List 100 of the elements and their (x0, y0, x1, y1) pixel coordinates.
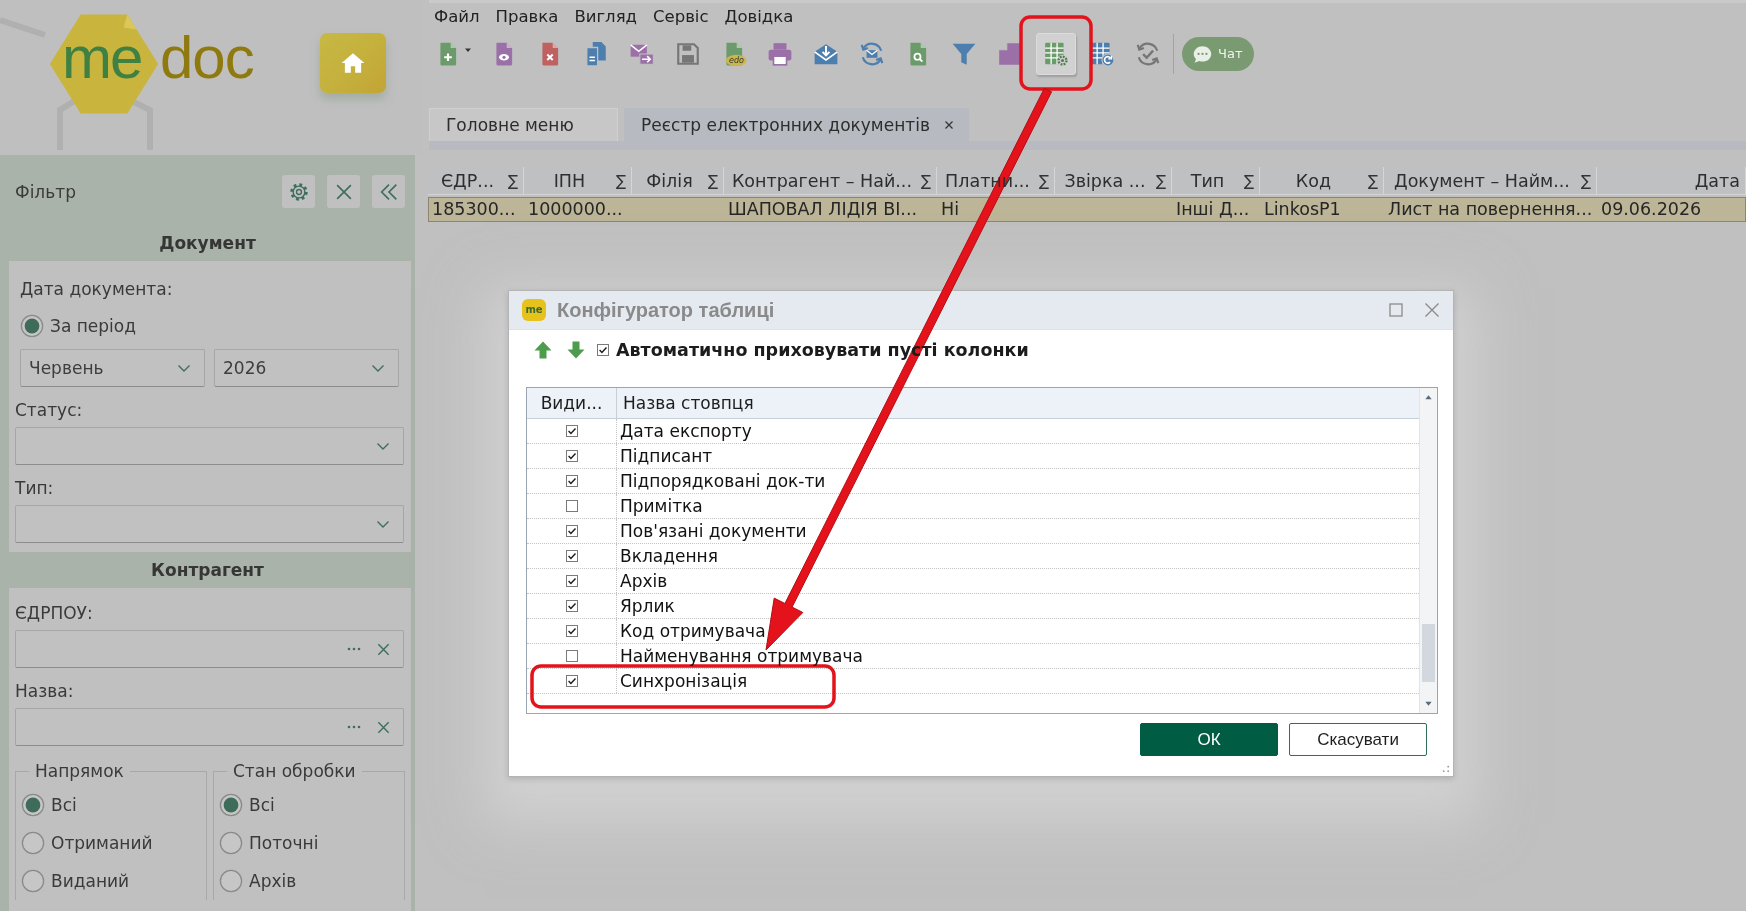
input-field[interactable] (15, 630, 404, 668)
section-title: Контрагент (150, 559, 265, 582)
checkbox[interactable] (565, 550, 578, 562)
radio-button[interactable] (21, 793, 45, 817)
sum-toggle[interactable]: ∑ (507, 171, 518, 190)
group-title: Стан обробки (232, 761, 357, 781)
group-title: Напрямок (34, 761, 125, 781)
dropdown[interactable] (15, 505, 404, 543)
column-header[interactable]: Звірка ... ∑ (1055, 167, 1172, 194)
close-button[interactable] (327, 175, 360, 208)
maximize-icon[interactable] (1388, 302, 1404, 318)
column-header[interactable]: Назва стовпця (617, 388, 1419, 418)
column-header[interactable]: Тип ∑ (1172, 167, 1260, 194)
radio-label: Архів (249, 871, 297, 891)
checkbox[interactable] (565, 625, 578, 637)
column-title: Звірка ... (1063, 170, 1147, 191)
table-cell-text: ШАПОВАЛ ЛІДІЯ ВІ... (727, 198, 919, 221)
tab[interactable]: Реєстр електронних документів (624, 108, 969, 141)
column-title: Код (1294, 170, 1333, 191)
grid-cell-text: Код отримувача (619, 620, 767, 643)
settings-button[interactable] (282, 175, 315, 208)
dropdown[interactable] (15, 427, 404, 465)
toolbar-button[interactable]: edo (714, 33, 754, 75)
radio-button[interactable] (219, 793, 243, 817)
cancel-button[interactable]: Скасувати (1289, 723, 1427, 756)
caret-down-icon[interactable] (1424, 699, 1433, 708)
checkbox[interactable] (565, 500, 578, 512)
scrollbar[interactable] (1419, 388, 1437, 713)
menu-item[interactable]: Вигляд (573, 5, 638, 28)
clear-icon[interactable] (376, 641, 391, 657)
radio-button[interactable] (20, 314, 44, 338)
menu-item[interactable]: Довідка (723, 5, 795, 28)
home-button[interactable] (320, 33, 386, 93)
menu-item[interactable]: Файл (433, 5, 481, 28)
radio-label: За період (50, 316, 136, 336)
table-cell-text: Ні (940, 198, 961, 221)
grid-cell-text: Підписант (619, 445, 714, 468)
table-cell-text: 1000000... (527, 198, 624, 221)
sum-toggle[interactable]: ∑ (920, 171, 931, 190)
caret-down-icon[interactable] (464, 46, 472, 54)
checkbox[interactable] (565, 450, 578, 462)
scrollbar-thumb[interactable] (1422, 624, 1435, 682)
column-header[interactable]: Документ – Найм... ∑ (1384, 167, 1597, 194)
speech-bubble-icon (1192, 43, 1213, 65)
column-header[interactable]: ЄДР... ∑ (428, 167, 524, 194)
table-gear-icon (1043, 41, 1069, 67)
resize-grip-icon (1441, 764, 1450, 773)
collapse-button[interactable] (372, 175, 405, 208)
checkbox[interactable] (565, 575, 578, 587)
checkbox[interactable] (565, 650, 578, 662)
radio-button[interactable] (21, 831, 45, 855)
caret-up-icon[interactable] (1424, 393, 1433, 402)
checkbox[interactable] (565, 600, 578, 612)
column-header[interactable]: Контрагент – Най... ∑ (724, 167, 937, 194)
field-label: Дата документа: (20, 278, 174, 301)
clear-icon[interactable] (376, 719, 391, 735)
sum-toggle[interactable]: ∑ (1155, 171, 1166, 190)
tab[interactable]: Головне меню (429, 108, 618, 141)
sum-toggle[interactable]: ∑ (707, 171, 718, 190)
table-cell-text: 09.06.2026 (1600, 198, 1703, 221)
toolbar-button[interactable] (1036, 33, 1076, 75)
sum-toggle[interactable]: ∑ (1038, 171, 1049, 190)
dropdown[interactable]: Червень (20, 349, 205, 387)
close-icon[interactable] (943, 120, 954, 130)
sum-toggle[interactable]: ∑ (1367, 171, 1378, 190)
arrow-down-icon[interactable] (566, 340, 586, 360)
table-row[interactable]: 185300... 1000000... ШАПОВАЛ ЛІДІЯ ВІ... Ні Інші Д... LinkosP1 Лист на повернення... 09.06.2026 (428, 197, 1746, 222)
column-header[interactable]: Код ∑ (1260, 167, 1384, 194)
radio-button[interactable] (219, 869, 243, 893)
sum-toggle[interactable]: ∑ (1243, 171, 1254, 190)
column-title: ЄДР... (439, 170, 495, 191)
column-header[interactable]: Дата (1597, 167, 1746, 194)
radio-button[interactable] (21, 869, 45, 893)
input-field[interactable] (15, 708, 404, 746)
radio-label: Всі (51, 795, 77, 815)
grid-cell-text: Вкладення (619, 545, 719, 568)
checkbox[interactable] (565, 675, 578, 687)
arrow-up-icon[interactable] (533, 340, 553, 360)
radio-label: Всі (249, 795, 275, 815)
envelope-arrow-icon (629, 41, 655, 67)
menu-item[interactable]: Сервіс (652, 5, 710, 28)
table-cell-text: Інші Д... (1175, 198, 1251, 221)
checkbox[interactable] (565, 525, 578, 537)
checkbox[interactable] (565, 475, 578, 487)
radio-label: Поточні (249, 833, 319, 853)
column-header[interactable]: Філія ∑ (632, 167, 724, 194)
sum-toggle[interactable]: ∑ (1580, 171, 1591, 190)
checkbox[interactable] (597, 344, 609, 356)
settings-icon (287, 180, 310, 203)
ok-button[interactable]: ОК (1140, 723, 1278, 756)
checkbox[interactable] (565, 425, 578, 437)
radio-button[interactable] (219, 831, 243, 855)
column-header[interactable]: ІПН ∑ (524, 167, 632, 194)
column-header[interactable]: Види... (527, 388, 617, 418)
sum-toggle[interactable]: ∑ (615, 171, 626, 190)
dropdown[interactable]: 2026 (214, 349, 399, 387)
grid-cell-text: Архів (619, 570, 669, 593)
menu-item[interactable]: Правка (494, 5, 560, 28)
close-icon[interactable] (1424, 302, 1440, 318)
printer-icon (767, 41, 793, 67)
